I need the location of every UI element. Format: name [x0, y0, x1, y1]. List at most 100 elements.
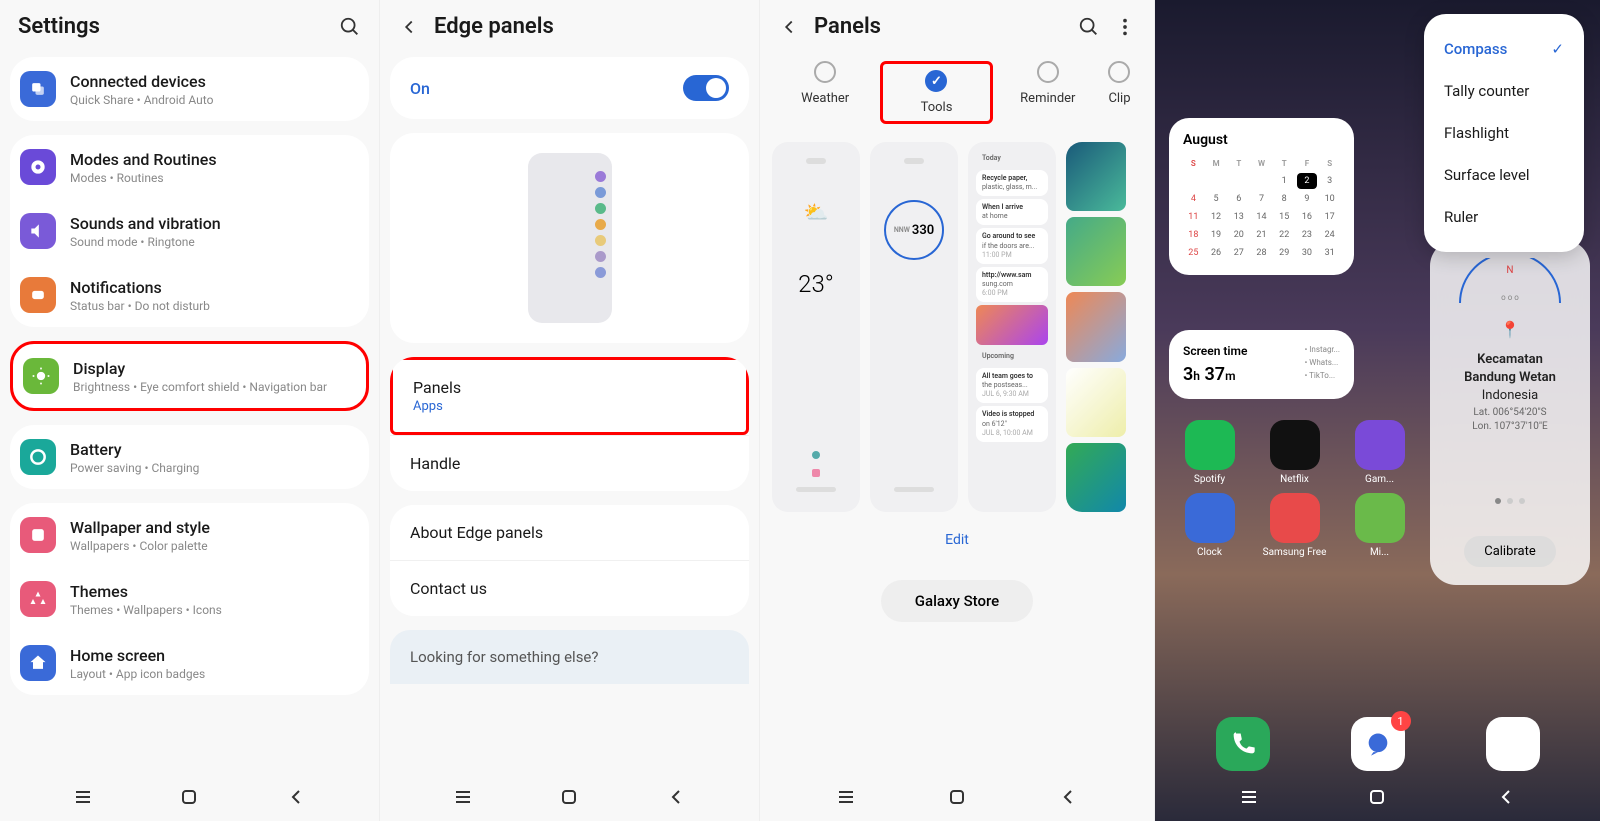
check-icon: ✓	[1551, 40, 1564, 58]
panel-previews: ⛅ 23° NNW330 Today Recycle paper,plastic…	[770, 134, 1144, 520]
calendar-grid: SMTWTFS123456789101112131415161718192021…	[1183, 156, 1340, 261]
display-icon	[23, 358, 59, 394]
dropdown-compass[interactable]: Compass✓	[1424, 28, 1584, 70]
settings-item-home[interactable]: Home screenLayout • App icon badges	[10, 631, 369, 695]
settings-item-battery[interactable]: BatteryPower saving • Charging	[10, 425, 369, 489]
edge-preview	[390, 133, 749, 343]
messages-app-icon[interactable]: 1	[1351, 717, 1405, 771]
modes-icon	[20, 149, 56, 185]
battery-icon	[20, 439, 56, 475]
panels-item[interactable]: Panels Apps	[390, 357, 749, 435]
home-button[interactable]	[945, 785, 969, 809]
edit-link[interactable]: Edit	[770, 532, 1144, 548]
phone-mock	[528, 153, 612, 323]
compass-edge-panel[interactable]: No o o 📍 Kecamatan Bandung Wetan Indones…	[1430, 240, 1590, 585]
edge-list: Panels Apps Handle About Edge panels Con…	[380, 357, 759, 773]
panel-tab-reminder[interactable]: Reminder	[1001, 61, 1095, 124]
link-icon	[20, 71, 56, 107]
themes-icon	[20, 581, 56, 617]
edge-toggle-row[interactable]: On	[390, 57, 749, 119]
compass-dial: NNW330	[884, 200, 944, 260]
header: Edge panels	[380, 0, 759, 57]
reminder-image	[976, 305, 1048, 345]
home-button[interactable]	[557, 785, 581, 809]
app-grid: SpotifyNetflixGam... ClockSamsung FreeMi.…	[1169, 420, 1420, 558]
header: Panels	[760, 0, 1154, 57]
recents-button[interactable]	[1237, 785, 1261, 809]
phone-app-icon[interactable]	[1216, 717, 1270, 771]
back-button[interactable]	[284, 785, 308, 809]
looking-for-something: Looking for something else?	[390, 630, 749, 684]
toggle-switch[interactable]	[683, 75, 729, 101]
settings-item-themes[interactable]: ThemesThemes • Wallpapers • Icons	[10, 567, 369, 631]
page-indicator	[1495, 498, 1525, 504]
back-button[interactable]	[1494, 785, 1518, 809]
more-icon[interactable]	[1114, 16, 1136, 38]
weather-preview[interactable]: ⛅ 23°	[772, 142, 860, 512]
panels-screen: Panels Weather Tools Reminder Clip	[760, 0, 1155, 821]
radio-unchecked[interactable]	[814, 61, 836, 83]
notif-icon	[20, 277, 56, 313]
home-icon	[20, 645, 56, 681]
recents-button[interactable]	[451, 785, 475, 809]
handle-item[interactable]: Handle	[390, 435, 749, 491]
settings-item-notifications[interactable]: NotificationsStatus bar • Do not disturb	[10, 263, 369, 327]
toggle-label: On	[410, 79, 430, 98]
app-gam...[interactable]: Gam...	[1339, 420, 1420, 485]
calibrate-button[interactable]: Calibrate	[1464, 536, 1556, 567]
settings-item-display[interactable]: DisplayBrightness • Eye comfort shield •…	[13, 344, 366, 408]
edge-panels-screen: Edge panels On Panels Apps Handle	[380, 0, 760, 821]
app-samsung free[interactable]: Samsung Free	[1254, 493, 1335, 558]
home-button[interactable]	[177, 785, 201, 809]
weather-temp: 23°	[798, 270, 834, 298]
header: Settings	[0, 0, 379, 57]
panel-tabs: Weather Tools Reminder Clip	[770, 57, 1144, 134]
back-icon[interactable]	[778, 16, 800, 38]
reminder-preview[interactable]: Today Recycle paper,plastic, glass, m...…	[968, 142, 1056, 512]
browser-app-icon[interactable]	[1486, 717, 1540, 771]
radio-unchecked[interactable]	[1037, 61, 1059, 83]
dropdown-flashlight[interactable]: Flashlight	[1424, 112, 1584, 154]
app-netflix[interactable]: Netflix	[1254, 420, 1335, 485]
location-icon: 📍	[1500, 320, 1520, 339]
dropdown-tally[interactable]: Tally counter	[1424, 70, 1584, 112]
search-icon[interactable]	[339, 16, 361, 38]
app-clock[interactable]: Clock	[1169, 493, 1250, 558]
settings-item-modes[interactable]: Modes and RoutinesModes • Routines	[10, 135, 369, 199]
back-button[interactable]	[1056, 785, 1080, 809]
settings-screen: Settings Connected devicesQuick Share • …	[0, 0, 380, 821]
home-button[interactable]	[1365, 785, 1389, 809]
tools-dropdown[interactable]: Compass✓ Tally counter Flashlight Surfac…	[1424, 14, 1584, 252]
svg-text:o o o: o o o	[1501, 293, 1519, 302]
app-spotify[interactable]: Spotify	[1169, 420, 1250, 485]
dock: 1	[1175, 717, 1580, 771]
contact-item[interactable]: Contact us	[390, 560, 749, 616]
settings-item-sounds[interactable]: Sounds and vibrationSound mode • Rington…	[10, 199, 369, 263]
sound-icon	[20, 213, 56, 249]
panel-tab-weather[interactable]: Weather	[778, 61, 872, 124]
panel-tab-tools[interactable]: Tools	[880, 61, 992, 124]
page-title: Panels	[814, 14, 1064, 39]
radio-checked[interactable]	[925, 70, 947, 92]
galaxy-store-button[interactable]: Galaxy Store	[881, 580, 1033, 622]
recents-button[interactable]	[834, 785, 858, 809]
screentime-widget[interactable]: Screen time 3h 37m • Instagr... • Whats.…	[1169, 330, 1354, 399]
recents-button[interactable]	[71, 785, 95, 809]
back-button[interactable]	[664, 785, 688, 809]
about-item[interactable]: About Edge panels	[390, 505, 749, 560]
tools-preview[interactable]: NNW330	[870, 142, 958, 512]
navbar	[0, 773, 379, 821]
clipboard-preview[interactable]	[1066, 142, 1126, 512]
search-icon[interactable]	[1078, 16, 1100, 38]
dropdown-ruler[interactable]: Ruler	[1424, 196, 1584, 238]
compass-dial: No o o	[1455, 258, 1565, 308]
app-mi...[interactable]: Mi...	[1339, 493, 1420, 558]
settings-item-connected-devices[interactable]: Connected devicesQuick Share • Android A…	[10, 57, 369, 121]
radio-unchecked[interactable]	[1108, 61, 1130, 83]
back-icon[interactable]	[398, 16, 420, 38]
calendar-widget[interactable]: August SMTWTFS12345678910111213141516171…	[1169, 118, 1354, 275]
wallpaper-icon	[20, 517, 56, 553]
dropdown-surface[interactable]: Surface level	[1424, 154, 1584, 196]
panel-tab-clip[interactable]: Clip	[1103, 61, 1136, 124]
settings-item-wallpaper[interactable]: Wallpaper and styleWallpapers • Color pa…	[10, 503, 369, 567]
